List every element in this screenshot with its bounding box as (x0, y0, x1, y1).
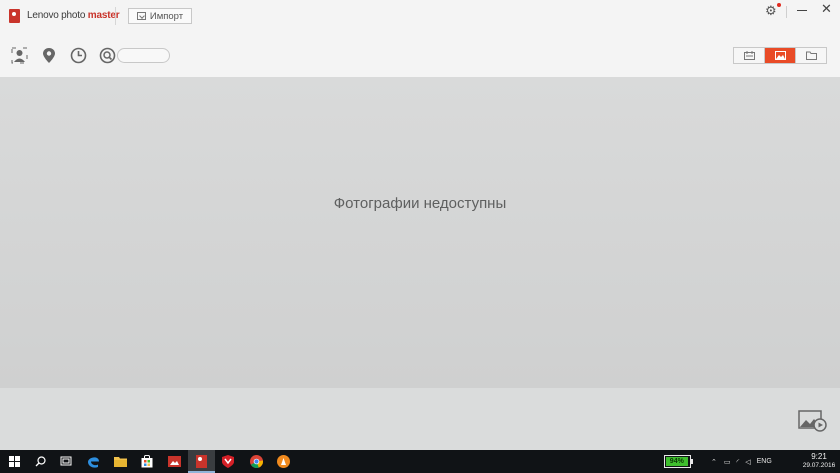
system-clock[interactable]: 9:21 29.07.2016 (801, 452, 837, 470)
clock-time: 9:21 (811, 452, 827, 461)
import-icon (136, 12, 146, 20)
edge-icon[interactable] (86, 454, 100, 468)
photo-app-icon[interactable] (167, 454, 181, 468)
battery-level: 94% (666, 457, 688, 466)
import-button[interactable]: Импорт (128, 8, 192, 24)
clock-date: 29.07.2016 (802, 462, 836, 469)
app-logo-icon (9, 9, 20, 23)
minimize-icon[interactable] (797, 10, 807, 11)
person-icon[interactable] (11, 47, 28, 64)
calendar-view-icon[interactable] (734, 48, 765, 63)
slideshow-icon[interactable] (798, 410, 828, 432)
battery-indicator[interactable]: 94% (664, 455, 691, 468)
folder-view-icon[interactable] (796, 48, 826, 63)
view-mode-switcher (733, 47, 827, 64)
divider (115, 7, 116, 25)
notification-dot (777, 3, 781, 7)
close-icon[interactable]: ✕ (821, 1, 832, 17)
file-explorer-icon[interactable] (113, 454, 127, 468)
chrome-icon[interactable] (249, 454, 263, 468)
volume-icon[interactable]: ◁ (745, 458, 750, 466)
divider (786, 6, 787, 18)
windows-start-icon[interactable] (7, 454, 21, 468)
vlc-icon[interactable] (276, 454, 290, 468)
title-bar: Lenovo photo master Импорт ⚙ ✕ (0, 0, 840, 32)
footer-bar (0, 388, 840, 450)
task-view-icon[interactable] (59, 454, 73, 468)
battery-tray-icon[interactable]: ▭ (724, 458, 731, 466)
toolbar (0, 32, 840, 77)
chevron-up-icon[interactable]: ⌃ (711, 458, 717, 466)
search-icon[interactable] (33, 454, 47, 468)
store-icon[interactable] (140, 454, 154, 468)
lenovo-photo-master-icon[interactable] (194, 454, 208, 468)
battery-tip (691, 459, 693, 464)
clock-icon[interactable] (70, 47, 87, 64)
gear-icon[interactable]: ⚙ (765, 3, 777, 19)
photo-view-icon[interactable] (765, 48, 796, 63)
photo-gallery-area: Фотографии недоступны (0, 77, 840, 388)
language-indicator[interactable]: ENG (757, 458, 772, 465)
location-pin-icon[interactable] (40, 47, 57, 64)
search-input[interactable] (117, 48, 170, 63)
empty-state-message: Фотографии недоступны (333, 195, 507, 212)
mcafee-icon[interactable] (221, 454, 235, 468)
wifi-icon[interactable]: ◜ (737, 458, 740, 466)
search-icon[interactable] (99, 47, 116, 64)
tray-icons: ⌃ ▭ ◜ ◁ ENG (711, 450, 772, 473)
import-label: Импорт (149, 10, 184, 22)
windows-taskbar: ⌃ ▭ ◜ ◁ ENG 94% 9:21 29.07.2016 (0, 450, 840, 473)
app-title: Lenovo photo master (27, 10, 120, 21)
